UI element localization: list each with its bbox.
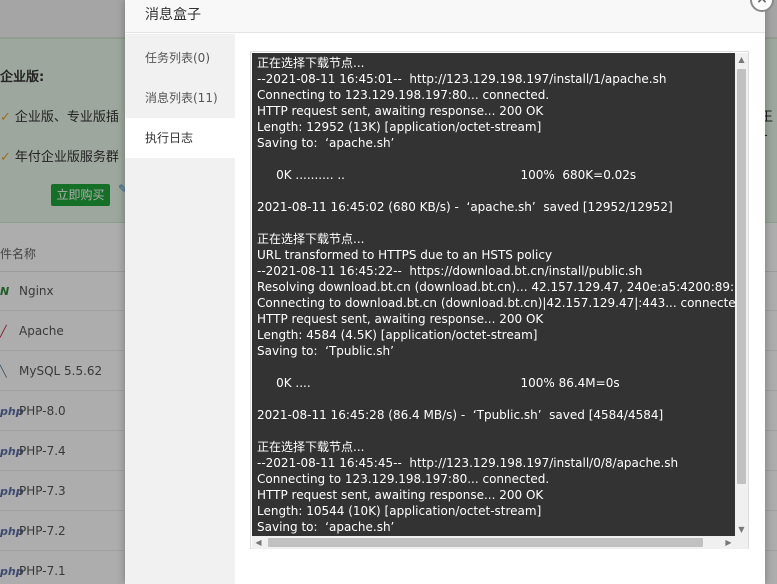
execution-log-panel: 正在选择下载节点... --2021-08-11 16:45:01-- http:… (250, 51, 749, 549)
log-line: Length: 4584 (4.5K) [application/octet-s… (257, 328, 538, 342)
execution-log-text[interactable]: 正在选择下载节点... --2021-08-11 16:45:01-- http:… (252, 53, 735, 536)
log-line: Resolving download.bt.cn (download.bt.cn… (257, 280, 735, 294)
log-line: Saving to: ‘apache.sh’ (257, 136, 395, 150)
modal-sidebar: 任务列表(0) 消息列表(11) 执行日志 (125, 34, 235, 584)
vertical-scroll-thumb[interactable] (737, 69, 746, 484)
message-box-modal: 消息盒子 × 任务列表(0) 消息列表(11) 执行日志 正在选择下载节点...… (125, 0, 774, 584)
scrollbar-corner (735, 536, 748, 549)
vertical-scrollbar[interactable]: ▲ ▼ (735, 53, 748, 536)
log-line: HTTP request sent, awaiting response... … (257, 488, 544, 502)
scroll-up-icon[interactable]: ▲ (735, 53, 748, 66)
horizontal-scrollbar[interactable]: ◀ ▶ (252, 536, 735, 549)
log-line: Saving to: ‘apache.sh’ (257, 520, 395, 534)
log-line: --2021-08-11 16:45:22-- https://download… (257, 264, 643, 278)
log-line: URL transformed to HTTPS due to an HSTS … (257, 248, 553, 262)
log-line: HTTP request sent, awaiting response... … (257, 312, 544, 326)
log-line: Connecting to 123.129.198.197:80... conn… (257, 88, 550, 102)
log-line: Length: 10544 (10K) [application/octet-s… (257, 504, 542, 518)
log-line: --2021-08-11 16:45:45-- http://123.129.1… (257, 456, 679, 470)
log-line: Connecting to download.bt.cn (download.b… (257, 296, 735, 310)
tab-message-list[interactable]: 消息列表(11) (125, 78, 235, 118)
tab-task-list[interactable]: 任务列表(0) (125, 38, 235, 78)
log-line: Length: 12952 (13K) [application/octet-s… (257, 120, 542, 134)
tab-execution-log[interactable]: 执行日志 (125, 118, 235, 158)
log-line: 0K .... 100% 86.4M=0s (257, 376, 620, 390)
log-line: 0K .......... .. 100% 680K=0.02s (257, 168, 637, 182)
modal-title: 消息盒子 (125, 0, 765, 33)
log-line: 正在选择下载节点... (257, 440, 365, 454)
log-line: Connecting to 123.129.198.197:80... conn… (257, 472, 550, 486)
scroll-left-icon[interactable]: ◀ (252, 536, 265, 549)
log-line: 2021-08-11 16:45:28 (86.4 MB/s) - ‘Tpubl… (257, 408, 664, 422)
log-line: 正在选择下载节点... (257, 232, 365, 246)
log-line: Saving to: ‘Tpublic.sh’ (257, 344, 394, 358)
log-line: HTTP request sent, awaiting response... … (257, 104, 544, 118)
log-line: 正在选择下载节点... (257, 56, 365, 70)
horizontal-scroll-thumb[interactable] (268, 538, 703, 547)
scroll-right-icon[interactable]: ▶ (722, 536, 735, 549)
scroll-down-icon[interactable]: ▼ (735, 523, 748, 536)
log-line: 2021-08-11 16:45:02 (680 KB/s) - ‘apache… (257, 200, 673, 214)
log-line: --2021-08-11 16:45:01-- http://123.129.1… (257, 72, 667, 86)
